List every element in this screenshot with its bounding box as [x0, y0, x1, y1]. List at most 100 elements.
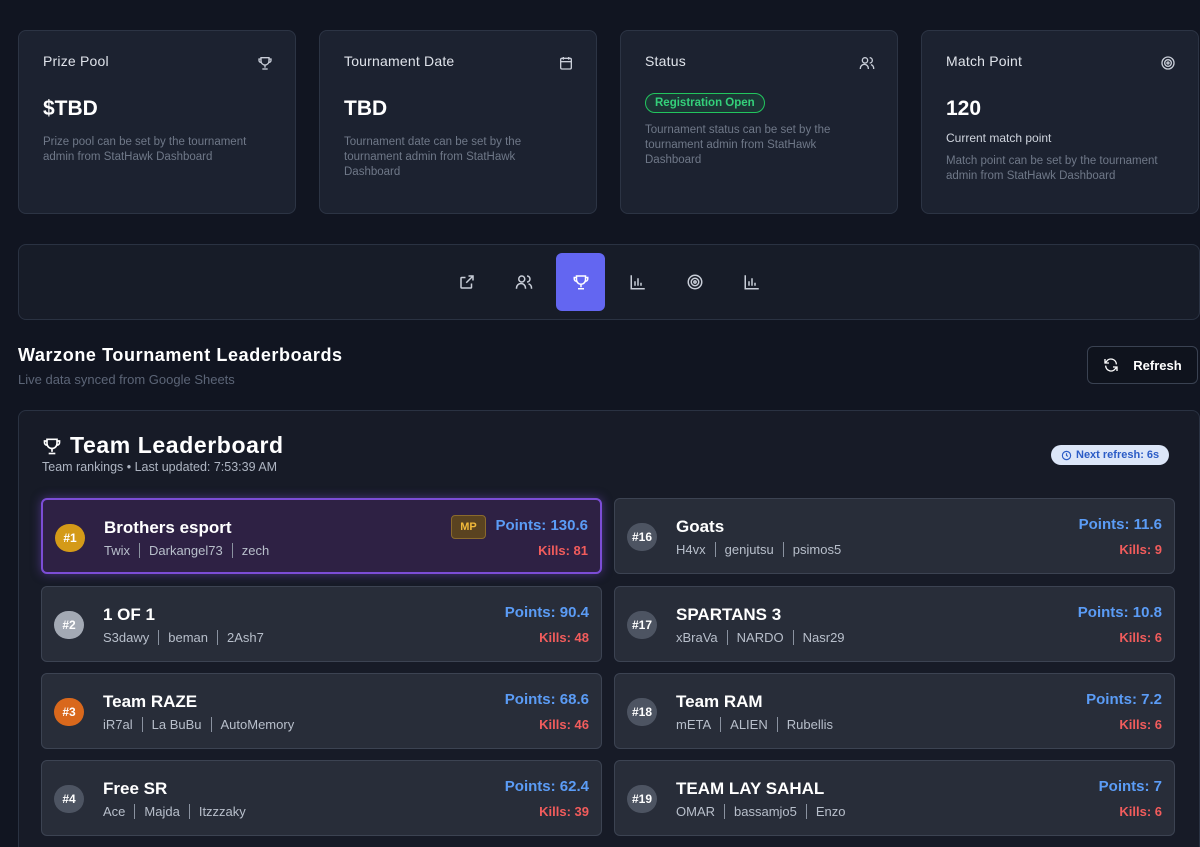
- team-member: genjutsu: [724, 542, 774, 557]
- match-point-card: Match Point 120 Current match point Matc…: [921, 30, 1199, 214]
- tournament-date-value: TBD: [344, 97, 388, 120]
- team-member: H4vx: [676, 542, 706, 557]
- rank-badge: #1: [55, 524, 85, 552]
- team-name: Brothers esport: [104, 518, 232, 537]
- team-kills: Kills: 81: [538, 543, 588, 558]
- trophy-icon: [573, 275, 588, 290]
- section-subtitle: Live data synced from Google Sheets: [18, 372, 235, 387]
- rank-badge: #19: [627, 785, 657, 813]
- team-member: OMAR: [676, 804, 715, 819]
- tab-analytics[interactable]: [727, 253, 776, 311]
- tab-stats[interactable]: [613, 253, 662, 311]
- leaderboard-subtitle: Team rankings • Last updated: 7:53:39 AM: [42, 460, 278, 474]
- team-row[interactable]: #19 TEAM LAY SAHAL OMAR bassamjo5 Enzo Points…: [614, 760, 1175, 836]
- team-kills: Kills: 6: [1119, 630, 1162, 645]
- member-separator: [726, 630, 728, 645]
- leaderboard-title: Team Leaderboard: [42, 432, 284, 459]
- member-separator: [782, 542, 784, 557]
- team-row[interactable]: #1 Brothers esport Twix Darkangel73 zech MP Po…: [41, 498, 602, 574]
- tab-external-link[interactable]: [442, 253, 491, 311]
- refresh-label: Refresh: [1133, 357, 1182, 373]
- team-points: Points: 130.6: [495, 517, 588, 534]
- team-points: Points: 10.8: [1077, 604, 1162, 621]
- member-separator: [188, 804, 190, 819]
- team-member: Enzo: [815, 804, 846, 819]
- team-points: Points: 7: [1098, 778, 1162, 795]
- card-description: Tournament date can be set by the tourna…: [344, 136, 522, 178]
- bar-chart-icon: [744, 275, 759, 290]
- status-card: Status Registration Open Tournament stat…: [620, 30, 898, 214]
- team-name: Goats: [676, 517, 725, 536]
- card-description: Tournament status can be set by the tour…: [645, 124, 831, 166]
- refresh-icon: [1104, 358, 1118, 372]
- team-member: Rubellis: [786, 717, 833, 732]
- team-members: Ace Majda Itzzzaky: [103, 804, 246, 819]
- member-separator: [714, 542, 716, 557]
- member-separator: [139, 543, 140, 558]
- team-row[interactable]: #4 Free SR Ace Majda Itzzzaky Points: 62.4 Kil…: [41, 760, 602, 836]
- team-member: Majda: [144, 804, 180, 819]
- team-points: Points: 90.4: [504, 604, 589, 621]
- tab-match-point[interactable]: [670, 253, 719, 311]
- team-member: psimos5: [792, 542, 842, 557]
- clock-icon: [1061, 450, 1072, 460]
- team-kills: Kills: 9: [1119, 542, 1162, 557]
- refresh-button[interactable]: Refresh: [1087, 346, 1198, 384]
- leaderboard-title-text: Team Leaderboard: [70, 432, 284, 458]
- team-member: Nasr29: [802, 630, 845, 645]
- team-kills: Kills: 6: [1119, 717, 1162, 732]
- team-kills: Kills: 46: [539, 717, 589, 732]
- team-name: Team RAM: [676, 692, 763, 711]
- users-icon: [859, 57, 875, 69]
- team-row[interactable]: #3 Team RAZE iR7al La BuBu AutoMemory Points:…: [41, 673, 602, 749]
- team-name: Free SR: [103, 779, 168, 798]
- summary-cards: Prize Pool $TBD Prize pool can be set by…: [18, 30, 1200, 214]
- team-row[interactable]: #18 Team RAM mETA ALIEN Rubellis Points: 7.2 K…: [614, 673, 1175, 749]
- team-members: OMAR bassamjo5 Enzo: [676, 804, 846, 819]
- team-member: S3dawy: [103, 630, 150, 645]
- team-member: Ace: [103, 804, 126, 819]
- team-member: beman: [168, 630, 208, 645]
- trophy-icon: [258, 57, 272, 70]
- users-icon: [515, 275, 532, 289]
- team-kills: Kills: 48: [539, 630, 589, 645]
- team-members: S3dawy beman 2Ash7: [103, 630, 264, 645]
- tab-leaderboard[interactable]: [556, 253, 605, 311]
- team-member: AutoMemory: [220, 717, 295, 732]
- prize-pool-card: Prize Pool $TBD Prize pool can be set by…: [18, 30, 296, 214]
- external-link-icon: [459, 275, 474, 289]
- team-points: Points: 68.6: [504, 691, 589, 708]
- team-row[interactable]: #2 1 OF 1 S3dawy beman 2Ash7 Points: 90.4 Kill…: [41, 586, 602, 662]
- card-title: Tournament Date: [344, 53, 455, 69]
- team-row[interactable]: #17 SPARTANS 3 xBraVa NARDO Nasr29 Points: 10…: [614, 586, 1175, 662]
- team-points: Points: 7.2: [1086, 691, 1162, 708]
- team-members: Twix Darkangel73 zech: [104, 543, 269, 558]
- section-title: Warzone Tournament Leaderboards: [18, 345, 343, 365]
- team-row[interactable]: #16 Goats H4vx genjutsu psimos5 Points: 11.6 K…: [614, 498, 1175, 574]
- member-separator: [141, 717, 143, 732]
- team-member: Twix: [104, 543, 130, 558]
- team-name: Team RAZE: [103, 692, 198, 711]
- match-point-label: Current match point: [946, 131, 1052, 145]
- next-refresh-text: Next refresh: 6s: [1076, 449, 1160, 461]
- tab-teams[interactable]: [499, 253, 548, 311]
- team-members: xBraVa NARDO Nasr29: [676, 630, 845, 645]
- member-separator: [217, 630, 218, 645]
- member-separator: [720, 717, 722, 732]
- bar-chart-icon: [630, 275, 645, 290]
- rank-badge: #17: [627, 611, 657, 639]
- prize-pool-value: $TBD: [43, 97, 98, 120]
- team-name: SPARTANS 3: [676, 605, 782, 624]
- next-refresh-badge: Next refresh: 6s: [1051, 445, 1170, 465]
- team-member: ALIEN: [730, 717, 768, 732]
- team-member: bassamjo5: [734, 804, 797, 819]
- rank-badge: #3: [54, 698, 84, 726]
- rank-badge: #4: [54, 785, 84, 813]
- team-member: Darkangel73: [149, 543, 223, 558]
- team-member: xBraVa: [676, 630, 718, 645]
- member-separator: [231, 543, 233, 558]
- team-member: zech: [241, 543, 270, 558]
- target-icon: [687, 274, 702, 290]
- team-member: Itzzzaky: [198, 804, 246, 819]
- team-member: mETA: [676, 717, 712, 732]
